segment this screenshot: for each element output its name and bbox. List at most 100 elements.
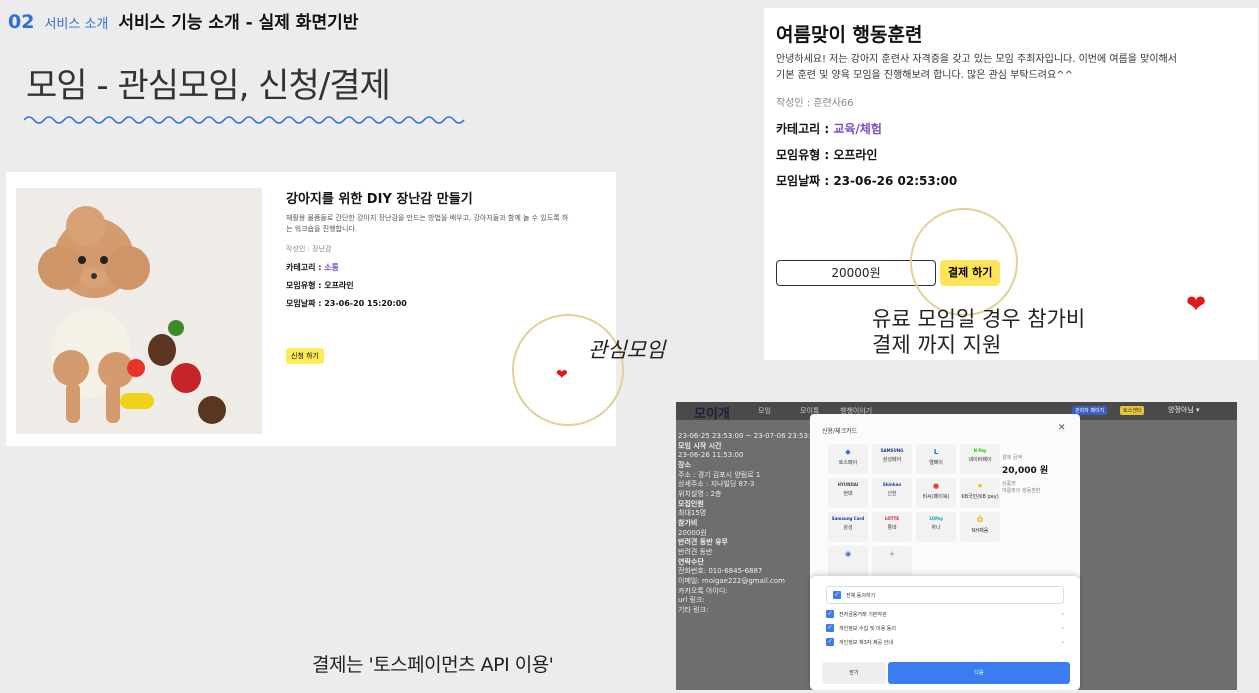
card-date: 모임날짜 : 23-06-20 15:20:00 [286,299,407,308]
note-line: 유료 모임일 경우 참가비 [872,307,1086,331]
card-category: 카테고리 : 교육/체험 [776,120,882,137]
agreement-panel: ✓ 전체 동의하기 ✓ 전자금융거래 기본약관 › ✓ 개인정보 수집 및 이용… [810,576,1080,690]
user-menu[interactable]: 양정아님 ▾ [1168,405,1200,415]
toss-api-label: 결제는 '토스페이먼츠 API 이용' [312,654,554,676]
payment-logo-icon: + [889,550,895,558]
agree-item[interactable]: ✓ 전자금융거래 기본약관 › [826,610,1064,618]
modal-next-button[interactable]: 다음 [888,662,1070,684]
payment-method-label: 현대 [843,491,853,497]
category-value: 교육/체험 [833,122,882,136]
check-icon: ✓ [826,610,834,618]
card-description: 안녕하세요! 저는 강아지 훈련사 자격증을 갖고 있는 모임 주최자입니다. … [776,52,1252,84]
card-date: 모임날짜 : 23-06-26 02:53:00 [776,174,958,188]
payment-logo-icon: ◆ [845,448,851,456]
payment-method-option[interactable]: HYUNDAI 현대 [828,478,868,508]
payment-logo-icon: ● [932,482,940,490]
check-icon: ✓ [826,638,834,646]
nav-item[interactable]: 모임 [758,406,771,416]
card-title: 강아지를 위한 DIY 장난감 만들기 [286,192,473,207]
payment-method-label: 비씨(페이북) [922,494,950,500]
payment-logo-icon: LOTTE [884,516,900,521]
payment-method-label: 하나 [931,525,941,531]
card-type: 모임유형 : 오프라인 [776,148,878,162]
highlight-circle [910,208,1018,316]
card-author: 작성인 : 훈련사66 [776,98,854,109]
payment-method-label: NH채움 [971,528,989,534]
toss-center-chip[interactable]: 토스센터 [1120,406,1145,415]
apply-button[interactable]: 신청 하기 [286,348,324,364]
section-number: 02 [8,11,35,33]
payment-method-option[interactable]: + [872,546,912,576]
close-icon[interactable]: ✕ [1058,423,1066,433]
payment-method-option[interactable]: N Pay 네이버페이 [960,444,1000,474]
payment-method-option[interactable]: Samsung Card 삼성 [828,512,868,542]
card-author: 작성인 : 장난감 [286,245,332,253]
chevron-right-icon: › [1061,624,1064,632]
payment-modal: 신용/체크카드 ✕ ◆ 토스페이 SAMSUNG 삼성페이 L 엘페이 N Pay 네이버페이… [810,414,1080,690]
payment-method-label: 엘페이 [929,460,943,466]
chevron-right-icon: › [1061,638,1064,646]
agree-item[interactable]: ✓ 개인정보 수집 및 이용 동의 › [826,624,1064,632]
payment-method-option[interactable]: 1QPay 하나 [916,512,956,542]
summary-price: 20,000 원 [1002,466,1049,476]
payment-method-option[interactable]: ★ KB국민(KB pay) [960,478,1000,508]
wavy-underline [24,116,465,124]
paid-note: 유료 모임일 경우 참가비 결제 까지 지원 [872,306,1192,359]
summary-product: 여름맞이 행동훈련 [1002,488,1041,494]
payment-logo-icon: N Pay [973,448,987,453]
desc-line: 안녕하세요! 저는 강아지 훈련사 자격증을 갖고 있는 모임 주최자입니다. … [776,54,1177,65]
card-description: 재활용 물품들로 간단한 강아지 장난감을 만드는 방법을 배우고, 강아지들과… [286,213,606,234]
payment-logo-icon: L [933,448,939,456]
payment-method-option[interactable]: Shinhan 신한 [872,478,912,508]
payment-method-option[interactable]: SAMSUNG 삼성페이 [872,444,912,474]
desc-line: 는 워크숍을 진행합니다. [286,224,358,233]
payment-logo-icon: Ö [977,516,983,524]
payment-screenshot: 모이개 모임 모이톡 챙챙이야기 관리자 페이지 토스센터 양정아님 ▾ 23-… [676,402,1237,690]
heart-icon[interactable]: ❤ [556,368,568,382]
agree-item-label: 개인정보 수집 및 이용 동의 [839,625,896,632]
payment-method-label: 토스페이 [838,460,858,466]
payment-method-option[interactable]: ◆ 토스페이 [828,444,868,474]
agree-item-label: 전자금융거래 기본약관 [839,611,887,618]
chevron-right-icon: › [1061,610,1064,618]
payment-method-option[interactable]: ◉ [828,546,868,576]
slide-title: 서비스 기능 소개 - 실제 화면기반 [118,13,359,33]
payment-method-label: 신한 [887,491,897,497]
payment-method-option[interactable]: L 엘페이 [916,444,956,474]
app-logo[interactable]: 모이개 [694,403,730,422]
card-title: 여름맞이 행동훈련 [776,24,923,46]
agree-all-checkbox[interactable]: ✓ 전체 동의하기 [826,586,1064,604]
summary-label: 결제 금액 [1002,455,1022,461]
payment-logo-icon: HYUNDAI [837,482,859,487]
card-type: 모임유형 : 오프라인 [286,281,354,290]
main-title: 모임 - 관심모임, 신청/결제 [26,66,391,106]
payment-logo-icon: ★ [976,482,984,490]
desc-line: 재활용 물품들로 간단한 강아지 장난감을 만드는 방법을 배우고, 강아지들과… [286,214,569,222]
check-icon: ✓ [833,591,841,599]
payment-method-label: 삼성 [843,525,853,531]
note-line: 결제 까지 지원 [872,333,1002,358]
highlight-circle [512,314,624,426]
summary-label: 상품명 [1002,481,1016,487]
payment-method-label: 롯데 [887,525,897,531]
payment-logo-icon: Samsung Card [831,516,865,521]
category-value: 소통 [324,263,339,272]
modal-close-button[interactable]: 닫기 [822,662,886,684]
category-label: 카테고리 : [776,122,834,136]
category-label: 카테고리 : [286,263,325,272]
payment-summary: 결제 금액 20,000 원 상품명 여름맞이 행동훈련 [1002,454,1072,494]
payment-method-option[interactable]: ● 비씨(페이북) [916,478,956,508]
payment-method-option[interactable]: LOTTE 롯데 [872,512,912,542]
payment-method-label: KB국민(KB pay) [961,494,999,500]
payment-method-option[interactable]: Ö NH채움 [960,512,1000,542]
payment-method-label: 삼성페이 [882,457,902,463]
agree-item[interactable]: ✓ 개인정보 제3자 제공 안내 › [826,638,1064,646]
payment-logo-icon: ◉ [844,550,852,558]
payment-logo-icon: SAMSUNG [880,448,904,453]
payment-method-label: 네이버페이 [968,457,992,463]
payment-logo-icon: Shinhan [882,482,902,487]
slide-header: 02 서비스 소개 서비스 기능 소개 - 실제 화면기반 [8,8,358,33]
payment-logo-icon: 1QPay [928,516,944,521]
section-label: 서비스 소개 [44,17,109,32]
agree-item-label: 개인정보 제3자 제공 안내 [839,639,893,646]
